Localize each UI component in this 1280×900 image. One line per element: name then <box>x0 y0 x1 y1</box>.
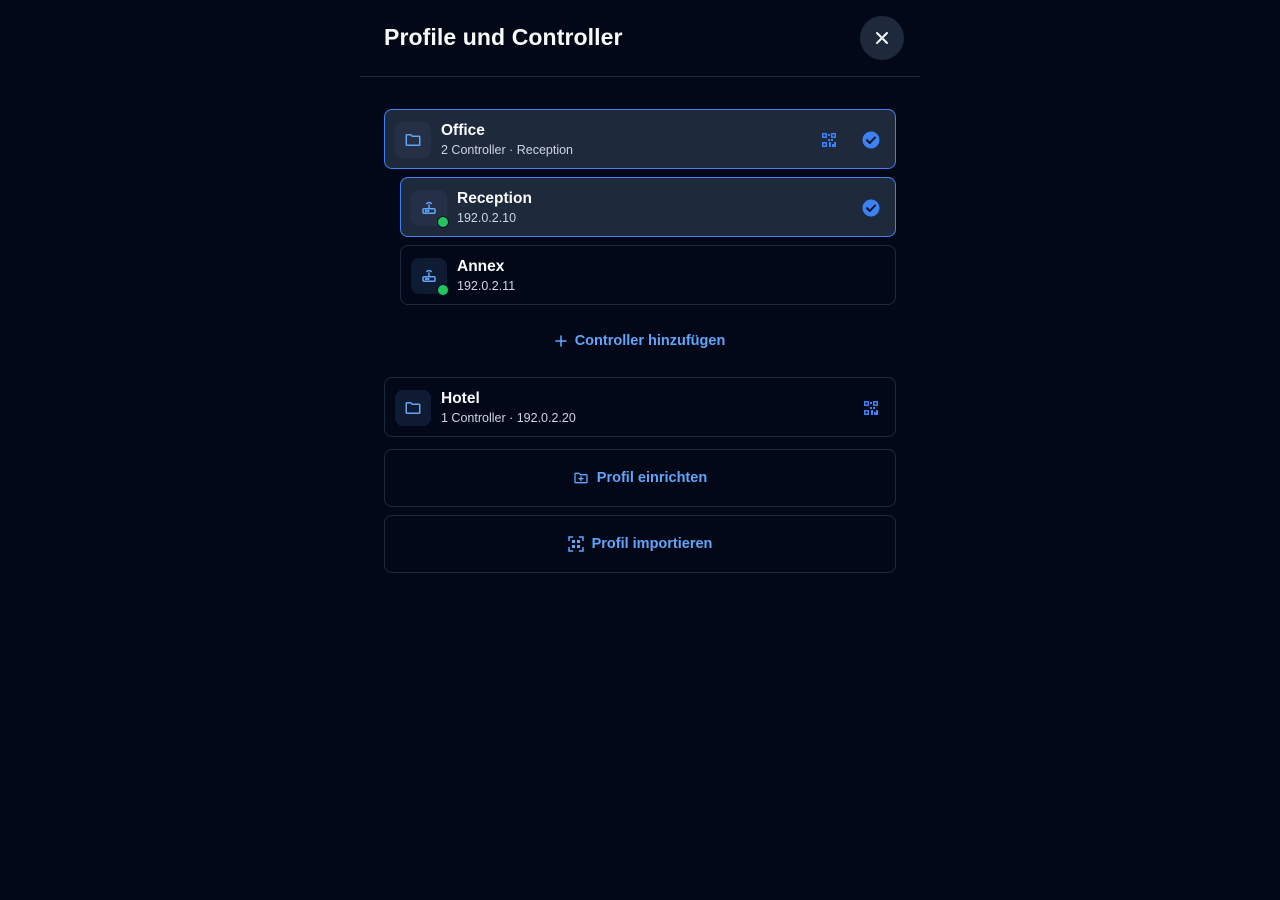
controller-icon-box <box>411 190 449 228</box>
qr-code-icon <box>864 401 878 415</box>
controller-address: 192.0.2.11 <box>457 279 516 293</box>
controller-icon-box <box>411 258 449 296</box>
router-icon <box>422 269 436 282</box>
folder-icon <box>405 402 421 414</box>
router-icon <box>422 201 436 214</box>
close-button[interactable] <box>860 16 904 60</box>
status-online-dot <box>437 216 449 228</box>
add-controller-label: Controller hinzufügen <box>574 333 726 349</box>
profile-qr-button[interactable] <box>819 130 839 150</box>
profile-selected-check[interactable] <box>861 130 881 150</box>
add-controller-button[interactable]: Controller hinzufügen <box>384 325 896 357</box>
controller-address: 192.0.2.10 <box>457 211 517 225</box>
check-circle-icon <box>862 199 880 217</box>
controller-item-annex[interactable]: Annex 192.0.2.11 <box>400 245 896 305</box>
status-online-dot <box>437 284 449 296</box>
controller-name: Annex <box>457 258 505 275</box>
profile-name: Hotel <box>441 390 480 407</box>
folder-icon <box>405 134 421 146</box>
close-icon <box>876 32 888 44</box>
controller-name: Reception <box>457 190 532 207</box>
qr-code-icon <box>822 133 836 147</box>
panel-header: Profile und Controller <box>360 0 920 77</box>
page-title: Profile und Controller <box>384 24 623 50</box>
import-profile-button[interactable]: Profil importieren <box>384 515 896 573</box>
controller-selected-check[interactable] <box>861 198 881 218</box>
profile-subtitle: 2 Controller · Reception <box>441 143 574 157</box>
create-profile-label: Profil einrichten <box>596 470 708 486</box>
profile-item-office[interactable]: Office 2 Controller · Reception <box>384 109 896 169</box>
qr-scan-icon <box>567 536 584 552</box>
folder-plus-icon <box>574 472 588 484</box>
profile-item-hotel[interactable]: Hotel 1 Controller · 192.0.2.20 <box>384 377 896 437</box>
profile-icon-box <box>395 122 431 158</box>
profile-name: Office <box>441 122 485 139</box>
check-circle-icon <box>862 131 880 149</box>
plus-icon <box>554 335 567 347</box>
controller-item-reception[interactable]: Reception 192.0.2.10 <box>400 177 896 237</box>
profile-qr-button[interactable] <box>861 398 881 418</box>
create-profile-button[interactable]: Profil einrichten <box>384 449 896 507</box>
profile-subtitle: 1 Controller · 192.0.2.20 <box>441 411 576 425</box>
profiles-panel: Profile und Controller Office 2 Controll… <box>360 0 920 900</box>
profile-icon-box <box>395 390 431 426</box>
import-profile-label: Profil importieren <box>591 536 713 552</box>
